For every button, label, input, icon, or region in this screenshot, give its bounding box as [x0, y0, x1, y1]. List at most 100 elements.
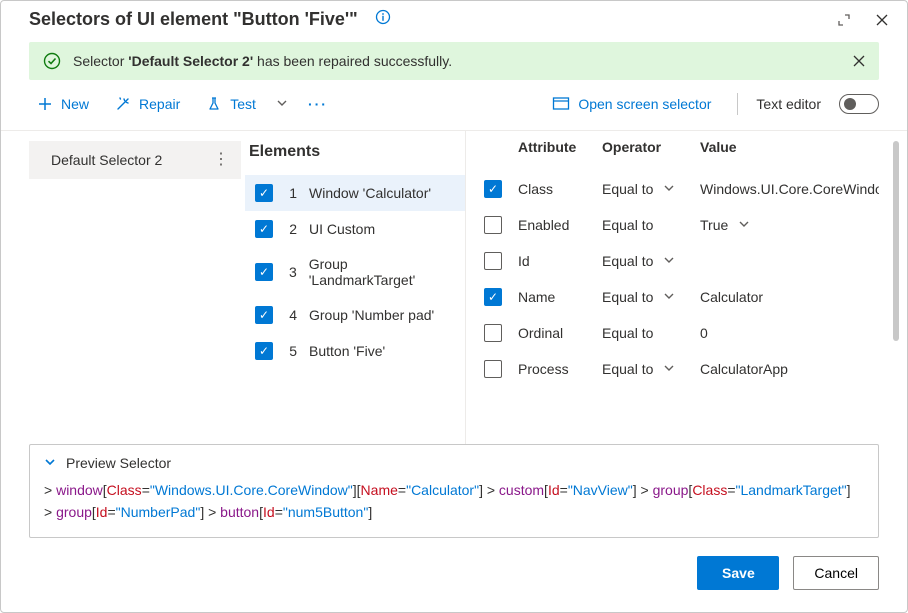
selector-token-val: "NumberPad": [116, 504, 201, 520]
checkbox[interactable]: [484, 180, 502, 198]
attribute-row: ClassEqual toWindows.UI.Core.CoreWindow: [480, 171, 879, 207]
value-cell[interactable]: 0: [700, 325, 875, 341]
dialog-title-text: Selectors of UI element "Button 'Five'": [29, 9, 358, 29]
operator-value: Equal to: [602, 361, 653, 377]
attribute-name: Enabled: [518, 217, 596, 233]
operator-cell[interactable]: Equal to: [602, 181, 694, 197]
success-banner: Selector 'Default Selector 2' has been r…: [29, 42, 879, 80]
operator-value: Equal to: [602, 181, 653, 197]
selector-token-punct: ] >: [633, 482, 653, 498]
toolbar-separator: [737, 93, 738, 115]
scrollbar-thumb[interactable]: [893, 141, 899, 341]
expand-icon[interactable]: [837, 13, 851, 27]
banner-close-icon[interactable]: [853, 55, 865, 67]
checkbox[interactable]: [484, 288, 502, 306]
element-row[interactable]: 5Button 'Five': [245, 333, 465, 369]
attributes-panel: Attribute Operator Value ClassEqual toWi…: [465, 131, 907, 444]
dialog-header: Selectors of UI element "Button 'Five'": [1, 1, 907, 32]
attribute-value: Windows.UI.Core.CoreWindow: [700, 181, 879, 197]
chevron-down-icon: [663, 289, 675, 305]
test-dropdown[interactable]: [270, 90, 294, 118]
close-icon[interactable]: [875, 13, 889, 27]
selector-token-punct: ]: [847, 482, 851, 498]
element-label: UI Custom: [309, 221, 375, 237]
checkbox[interactable]: [255, 184, 273, 202]
selector-token-attr: Id: [263, 504, 275, 520]
info-icon[interactable]: [375, 9, 391, 25]
selector-list-item[interactable]: Default Selector 2 ⋮: [29, 141, 241, 179]
selector-token-el: button: [220, 504, 259, 520]
element-label: Button 'Five': [309, 343, 385, 359]
selectors-list: Default Selector 2 ⋮: [29, 131, 245, 444]
open-screen-selector-button[interactable]: Open screen selector: [544, 90, 719, 118]
col-operator: Operator: [602, 139, 694, 155]
operator-cell[interactable]: Equal to: [602, 325, 694, 341]
selector-token-attr: Class: [107, 482, 142, 498]
new-button[interactable]: New: [29, 90, 97, 118]
repair-button[interactable]: Repair: [107, 90, 188, 118]
attribute-value: Calculator: [700, 289, 763, 305]
checkbox[interactable]: [255, 342, 273, 360]
test-label: Test: [230, 96, 256, 112]
text-editor-label: Text editor: [756, 96, 821, 112]
value-cell[interactable]: True: [700, 217, 875, 233]
dialog-footer: Save Cancel: [1, 538, 907, 612]
selector-token-val: "LandmarkTarget": [736, 482, 847, 498]
header-controls: [837, 13, 889, 27]
checkbox[interactable]: [255, 306, 273, 324]
element-label: Group 'Number pad': [309, 307, 434, 323]
element-label: Window 'Calculator': [309, 185, 431, 201]
selector-token-attr: Name: [361, 482, 398, 498]
beaker-icon: [206, 96, 222, 112]
element-row[interactable]: 1Window 'Calculator': [245, 175, 465, 211]
more-button[interactable]: ···: [302, 90, 334, 118]
test-button[interactable]: Test: [198, 90, 264, 118]
operator-value: Equal to: [602, 217, 653, 233]
attribute-row: IdEqual to: [480, 243, 879, 279]
element-row[interactable]: 4 Group 'Number pad': [245, 297, 465, 333]
new-label: New: [61, 96, 89, 112]
value-cell[interactable]: Calculator: [700, 289, 875, 305]
dialog-title: Selectors of UI element "Button 'Five'": [29, 9, 837, 30]
value-cell[interactable]: CalculatorApp: [700, 361, 875, 377]
checkbox[interactable]: [255, 263, 273, 281]
operator-cell[interactable]: Equal to: [602, 217, 694, 233]
text-editor-toggle[interactable]: [839, 94, 879, 114]
checkbox[interactable]: [484, 324, 502, 342]
operator-cell[interactable]: Equal to: [602, 289, 694, 305]
checkbox[interactable]: [255, 220, 273, 238]
preview-header[interactable]: Preview Selector: [44, 455, 864, 479]
attribute-name: Ordinal: [518, 325, 596, 341]
element-index: 3: [285, 264, 297, 280]
value-cell[interactable]: Windows.UI.Core.CoreWindow: [700, 181, 879, 197]
selector-token-eq: =: [560, 482, 568, 498]
element-row[interactable]: 2UI Custom: [245, 211, 465, 247]
element-row[interactable]: 3Group 'LandmarkTarget': [245, 247, 465, 297]
toolbar-right: Open screen selector Text editor: [544, 90, 879, 118]
operator-cell[interactable]: Equal to: [602, 361, 694, 377]
attribute-name: Process: [518, 361, 596, 377]
operator-value: Equal to: [602, 289, 653, 305]
elements-title: Elements: [245, 137, 465, 175]
chevron-down-icon: [44, 455, 56, 471]
operator-value: Equal to: [602, 325, 653, 341]
attribute-value: CalculatorApp: [700, 361, 788, 377]
selector-token-el: custom: [499, 482, 544, 498]
save-button[interactable]: Save: [697, 556, 779, 590]
checkbox[interactable]: [484, 216, 502, 234]
success-icon: [43, 52, 61, 70]
cancel-button[interactable]: Cancel: [793, 556, 879, 590]
banner-prefix: Selector: [73, 53, 128, 69]
selector-item-menu-icon[interactable]: ⋮: [213, 158, 229, 162]
selector-token-eq: =: [142, 482, 150, 498]
operator-cell[interactable]: Equal to: [602, 253, 694, 269]
checkbox[interactable]: [484, 360, 502, 378]
attribute-row: Process Equal to CalculatorApp: [480, 351, 879, 387]
preview-title: Preview Selector: [66, 455, 171, 471]
chevron-down-icon: [663, 181, 675, 197]
col-attribute: Attribute: [518, 139, 596, 155]
attribute-row: Ordinal Equal to 0: [480, 315, 879, 351]
element-index: 4: [285, 307, 297, 323]
col-value: Value: [700, 139, 875, 155]
checkbox[interactable]: [484, 252, 502, 270]
